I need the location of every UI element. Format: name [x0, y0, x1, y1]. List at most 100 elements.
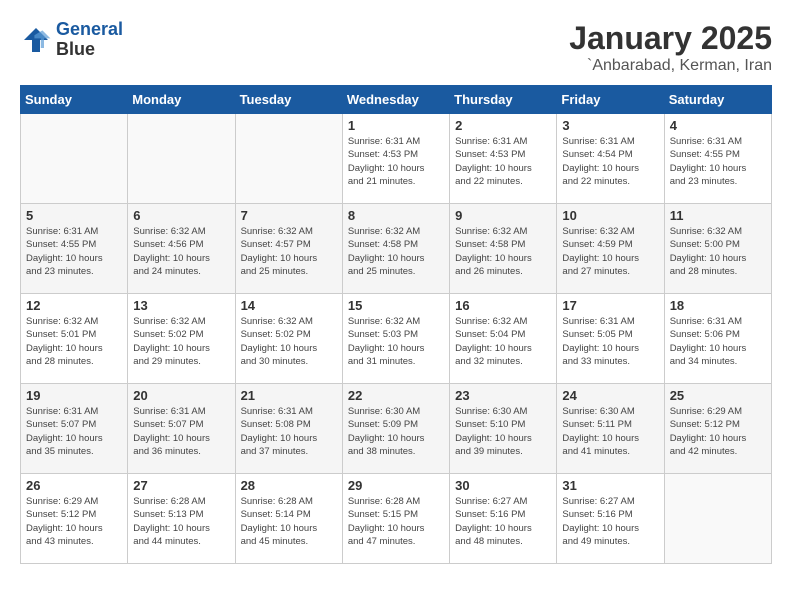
day-of-week-header: Wednesday — [342, 86, 449, 114]
day-number: 12 — [26, 298, 122, 313]
calendar-table: SundayMondayTuesdayWednesdayThursdayFrid… — [20, 85, 772, 564]
day-number: 2 — [455, 118, 551, 133]
day-info: Sunrise: 6:31 AM Sunset: 4:54 PM Dayligh… — [562, 135, 658, 188]
title-block: January 2025 `Anbarabad, Kerman, Iran — [569, 20, 772, 75]
day-info: Sunrise: 6:31 AM Sunset: 4:53 PM Dayligh… — [455, 135, 551, 188]
day-number: 16 — [455, 298, 551, 313]
day-number: 13 — [133, 298, 229, 313]
day-number: 5 — [26, 208, 122, 223]
calendar-cell: 6 Sunrise: 6:32 AM Sunset: 4:56 PM Daylig… — [128, 204, 235, 294]
calendar-week-row: 1 Sunrise: 6:31 AM Sunset: 4:53 PM Daylig… — [21, 114, 772, 204]
day-number: 14 — [241, 298, 337, 313]
calendar-cell: 21Sunrise: 6:31 AM Sunset: 5:08 PM Dayli… — [235, 384, 342, 474]
day-info: Sunrise: 6:31 AM Sunset: 4:55 PM Dayligh… — [26, 225, 122, 278]
day-number: 10 — [562, 208, 658, 223]
day-info: Sunrise: 6:30 AM Sunset: 5:11 PM Dayligh… — [562, 405, 658, 458]
day-info: Sunrise: 6:31 AM Sunset: 4:55 PM Dayligh… — [670, 135, 766, 188]
day-info: Sunrise: 6:32 AM Sunset: 5:04 PM Dayligh… — [455, 315, 551, 368]
day-info: Sunrise: 6:28 AM Sunset: 5:13 PM Dayligh… — [133, 495, 229, 548]
day-number: 4 — [670, 118, 766, 133]
calendar-cell: 10Sunrise: 6:32 AM Sunset: 4:59 PM Dayli… — [557, 204, 664, 294]
calendar-header-row: SundayMondayTuesdayWednesdayThursdayFrid… — [21, 86, 772, 114]
day-number: 20 — [133, 388, 229, 403]
day-info: Sunrise: 6:31 AM Sunset: 5:06 PM Dayligh… — [670, 315, 766, 368]
day-of-week-header: Friday — [557, 86, 664, 114]
calendar-cell: 29 Sunrise: 6:28 AM Sunset: 5:15 PM Dayli… — [342, 474, 449, 564]
calendar-cell: 5 Sunrise: 6:31 AM Sunset: 4:55 PM Daylig… — [21, 204, 128, 294]
day-number: 26 — [26, 478, 122, 493]
calendar-cell: 26 Sunrise: 6:29 AM Sunset: 5:12 PM Dayli… — [21, 474, 128, 564]
day-of-week-header: Thursday — [450, 86, 557, 114]
day-of-week-header: Monday — [128, 86, 235, 114]
day-number: 28 — [241, 478, 337, 493]
calendar-cell: 12Sunrise: 6:32 AM Sunset: 5:01 PM Dayli… — [21, 294, 128, 384]
day-of-week-header: Saturday — [664, 86, 771, 114]
calendar-cell: 20 Sunrise: 6:31 AM Sunset: 5:07 PM Dayli… — [128, 384, 235, 474]
day-number: 7 — [241, 208, 337, 223]
day-number: 1 — [348, 118, 444, 133]
day-info: Sunrise: 6:32 AM Sunset: 4:56 PM Dayligh… — [133, 225, 229, 278]
day-number: 27 — [133, 478, 229, 493]
day-info: Sunrise: 6:31 AM Sunset: 5:05 PM Dayligh… — [562, 315, 658, 368]
day-number: 11 — [670, 208, 766, 223]
calendar-cell: 3Sunrise: 6:31 AM Sunset: 4:54 PM Daylig… — [557, 114, 664, 204]
logo: General Blue — [20, 20, 123, 60]
day-info: Sunrise: 6:28 AM Sunset: 5:14 PM Dayligh… — [241, 495, 337, 548]
day-of-week-header: Sunday — [21, 86, 128, 114]
day-info: Sunrise: 6:29 AM Sunset: 5:12 PM Dayligh… — [670, 405, 766, 458]
calendar-cell — [664, 474, 771, 564]
day-number: 24 — [562, 388, 658, 403]
day-info: Sunrise: 6:32 AM Sunset: 4:57 PM Dayligh… — [241, 225, 337, 278]
day-number: 21 — [241, 388, 337, 403]
calendar-cell: 22 Sunrise: 6:30 AM Sunset: 5:09 PM Dayli… — [342, 384, 449, 474]
day-number: 6 — [133, 208, 229, 223]
calendar-cell: 15 Sunrise: 6:32 AM Sunset: 5:03 PM Dayli… — [342, 294, 449, 384]
calendar-cell — [21, 114, 128, 204]
calendar-cell: 30Sunrise: 6:27 AM Sunset: 5:16 PM Dayli… — [450, 474, 557, 564]
day-number: 15 — [348, 298, 444, 313]
calendar-cell: 18Sunrise: 6:31 AM Sunset: 5:06 PM Dayli… — [664, 294, 771, 384]
day-info: Sunrise: 6:31 AM Sunset: 4:53 PM Dayligh… — [348, 135, 444, 188]
day-info: Sunrise: 6:30 AM Sunset: 5:10 PM Dayligh… — [455, 405, 551, 458]
day-info: Sunrise: 6:32 AM Sunset: 5:03 PM Dayligh… — [348, 315, 444, 368]
calendar-cell: 13 Sunrise: 6:32 AM Sunset: 5:02 PM Dayli… — [128, 294, 235, 384]
month-title: January 2025 — [569, 20, 772, 57]
calendar-cell: 7 Sunrise: 6:32 AM Sunset: 4:57 PM Daylig… — [235, 204, 342, 294]
day-info: Sunrise: 6:30 AM Sunset: 5:09 PM Dayligh… — [348, 405, 444, 458]
calendar-cell: 9 Sunrise: 6:32 AM Sunset: 4:58 PM Daylig… — [450, 204, 557, 294]
day-info: Sunrise: 6:27 AM Sunset: 5:16 PM Dayligh… — [562, 495, 658, 548]
day-info: Sunrise: 6:31 AM Sunset: 5:07 PM Dayligh… — [133, 405, 229, 458]
day-of-week-header: Tuesday — [235, 86, 342, 114]
day-info: Sunrise: 6:32 AM Sunset: 4:58 PM Dayligh… — [455, 225, 551, 278]
calendar-cell — [235, 114, 342, 204]
calendar-week-row: 19 Sunrise: 6:31 AM Sunset: 5:07 PM Dayli… — [21, 384, 772, 474]
calendar-cell: 16 Sunrise: 6:32 AM Sunset: 5:04 PM Dayli… — [450, 294, 557, 384]
day-number: 31 — [562, 478, 658, 493]
day-info: Sunrise: 6:29 AM Sunset: 5:12 PM Dayligh… — [26, 495, 122, 548]
calendar-cell — [128, 114, 235, 204]
day-info: Sunrise: 6:32 AM Sunset: 5:02 PM Dayligh… — [133, 315, 229, 368]
calendar-cell: 8Sunrise: 6:32 AM Sunset: 4:58 PM Daylig… — [342, 204, 449, 294]
day-number: 8 — [348, 208, 444, 223]
calendar-cell: 24 Sunrise: 6:30 AM Sunset: 5:11 PM Dayli… — [557, 384, 664, 474]
page-header: General Blue January 2025 `Anbarabad, Ke… — [20, 20, 772, 75]
calendar-cell: 19 Sunrise: 6:31 AM Sunset: 5:07 PM Dayli… — [21, 384, 128, 474]
day-number: 22 — [348, 388, 444, 403]
day-info: Sunrise: 6:31 AM Sunset: 5:07 PM Dayligh… — [26, 405, 122, 458]
day-number: 19 — [26, 388, 122, 403]
calendar-cell: 27 Sunrise: 6:28 AM Sunset: 5:13 PM Dayli… — [128, 474, 235, 564]
calendar-cell: 17Sunrise: 6:31 AM Sunset: 5:05 PM Dayli… — [557, 294, 664, 384]
day-info: Sunrise: 6:32 AM Sunset: 5:02 PM Dayligh… — [241, 315, 337, 368]
calendar-week-row: 12Sunrise: 6:32 AM Sunset: 5:01 PM Dayli… — [21, 294, 772, 384]
day-number: 9 — [455, 208, 551, 223]
calendar-cell: 31 Sunrise: 6:27 AM Sunset: 5:16 PM Dayli… — [557, 474, 664, 564]
day-number: 23 — [455, 388, 551, 403]
calendar-cell: 4 Sunrise: 6:31 AM Sunset: 4:55 PM Daylig… — [664, 114, 771, 204]
calendar-cell: 28 Sunrise: 6:28 AM Sunset: 5:14 PM Dayli… — [235, 474, 342, 564]
day-info: Sunrise: 6:32 AM Sunset: 5:00 PM Dayligh… — [670, 225, 766, 278]
calendar-cell: 25Sunrise: 6:29 AM Sunset: 5:12 PM Dayli… — [664, 384, 771, 474]
day-number: 29 — [348, 478, 444, 493]
location: `Anbarabad, Kerman, Iran — [569, 57, 772, 75]
calendar-cell: 23 Sunrise: 6:30 AM Sunset: 5:10 PM Dayli… — [450, 384, 557, 474]
day-info: Sunrise: 6:28 AM Sunset: 5:15 PM Dayligh… — [348, 495, 444, 548]
